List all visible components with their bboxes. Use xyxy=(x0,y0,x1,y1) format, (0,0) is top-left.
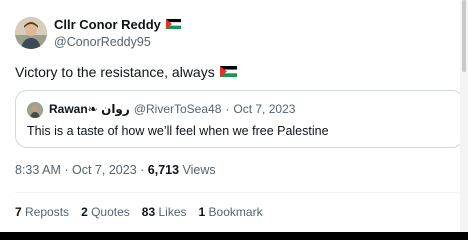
palestine-flag-icon xyxy=(219,64,237,80)
likes-stat[interactable]: 83 Likes xyxy=(142,205,187,219)
divider xyxy=(15,192,464,193)
author-name[interactable]: Cllr Conor Reddy xyxy=(54,17,182,32)
bookmarks-label: Bookmark xyxy=(208,205,263,219)
reposts-stat[interactable]: 7 Reposts xyxy=(15,205,69,219)
timestamp-separator: · xyxy=(140,163,145,177)
views-label: Views xyxy=(182,163,216,177)
scrollbar-thumb[interactable] xyxy=(462,0,466,72)
quotes-label: Quotes xyxy=(91,205,130,219)
tweet-text-content: Victory to the resistance, always xyxy=(15,64,215,80)
author-name-text: Cllr Conor Reddy xyxy=(54,17,161,32)
bookmarks-stat[interactable]: 1 Bookmark xyxy=(199,205,263,219)
tweet-detail: Cllr Conor Reddy @ConorReddy95 Victory t… xyxy=(0,0,468,232)
bookmarks-count: 1 xyxy=(198,205,206,219)
quote-tweet-card[interactable]: Rawan❧ روان @RiverToSea48 · Oct 7, 2023 … xyxy=(15,90,464,148)
quote-separator: · xyxy=(225,102,230,116)
likes-count: 83 xyxy=(141,205,156,219)
quote-text: This is a taste of how we’ll feel when w… xyxy=(27,124,329,138)
views-count: 6,713 xyxy=(147,163,180,177)
tweet-timestamp: 8:33 AM · Oct 7, 2023 · 6,713 Views xyxy=(15,163,216,177)
tweet-date[interactable]: Oct 7, 2023 xyxy=(72,163,137,177)
quote-author-name[interactable]: Rawan❧ روان xyxy=(49,102,130,116)
reposts-count: 7 xyxy=(15,205,22,219)
author-handle[interactable]: @ConorReddy95 xyxy=(54,35,151,49)
quotes-stat[interactable]: 2 Quotes xyxy=(81,205,130,219)
quote-avatar-photo-icon xyxy=(27,102,43,118)
reposts-label: Reposts xyxy=(25,205,70,219)
avatar[interactable] xyxy=(15,17,47,49)
quote-author-handle[interactable]: @RiverToSea48 xyxy=(134,102,222,116)
quote-avatar[interactable] xyxy=(27,102,43,118)
tweet-text: Victory to the resistance, always xyxy=(15,64,237,80)
quote-date[interactable]: Oct 7, 2023 xyxy=(233,102,295,116)
avatar-photo-icon xyxy=(15,17,47,49)
likes-label: Likes xyxy=(158,205,187,219)
palestine-flag-icon xyxy=(165,17,182,32)
quotes-count: 2 xyxy=(81,205,88,219)
engagement-stats: 7 Reposts 2 Quotes 83 Likes 1 Bookmark xyxy=(15,205,275,219)
quote-header: Rawan❧ روان @RiverToSea48 · Oct 7, 2023 xyxy=(49,102,295,116)
tweet-time[interactable]: 8:33 AM xyxy=(15,163,61,177)
timestamp-separator: · xyxy=(64,163,69,177)
scrollbar[interactable] xyxy=(460,0,468,232)
